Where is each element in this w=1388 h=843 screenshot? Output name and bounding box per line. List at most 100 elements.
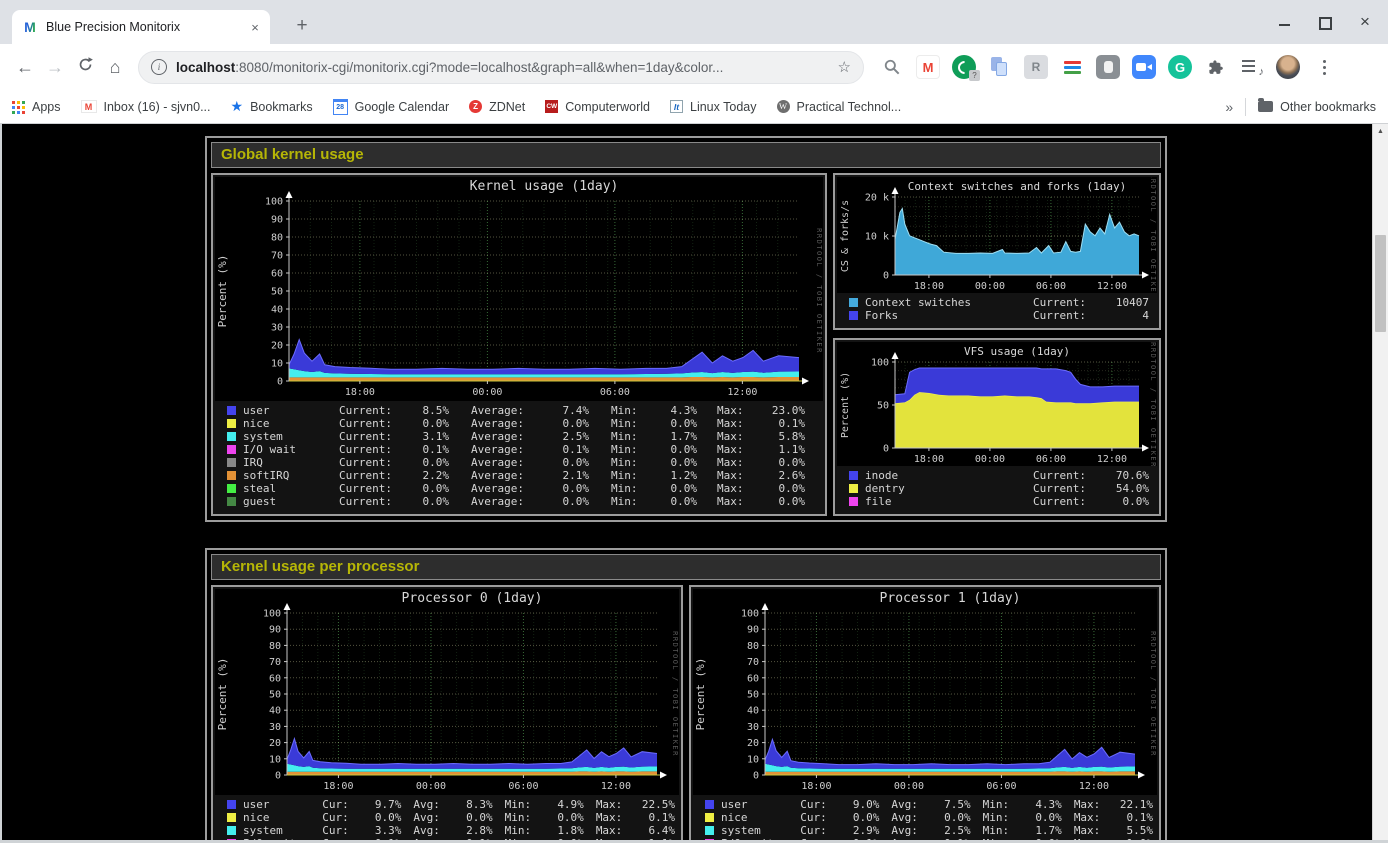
- svg-text:10: 10: [269, 754, 281, 765]
- legend-stat-value: 0.1%: [405, 443, 449, 456]
- bookmark-star[interactable]: ★Bookmarks: [231, 98, 313, 115]
- legend-stat-value: 2.5%: [929, 824, 970, 837]
- reload-button[interactable]: [70, 56, 100, 78]
- legend-stat-label: Cur:: [800, 824, 838, 837]
- bookmark-label: Google Calendar: [355, 100, 450, 114]
- tab-close-icon[interactable]: ×: [246, 20, 264, 35]
- svg-text:10 k: 10 k: [865, 232, 889, 243]
- legend-stat-label: Current:: [339, 417, 405, 430]
- bookmark-linuxtoday[interactable]: ltLinux Today: [670, 100, 757, 114]
- legend-swatch: [849, 311, 858, 320]
- legend-stat-value: 1.2%: [653, 469, 697, 482]
- legend-row-guest: guestCurrent:0.0%Average:0.0%Min:0.0%Max…: [227, 495, 819, 508]
- legend-stat-label: Min:: [505, 798, 543, 811]
- tab-title: Blue Precision Monitorix: [46, 20, 246, 34]
- browser-tab[interactable]: M Blue Precision Monitorix ×: [12, 10, 270, 44]
- svg-text:60: 60: [269, 673, 281, 684]
- svg-text:50: 50: [747, 690, 759, 701]
- processor1-graph[interactable]: 010203040506070809010018:0000:0006:0012:…: [693, 589, 1157, 795]
- extensions-menu-button[interactable]: [1204, 55, 1228, 79]
- legend-stat-value: 7.5%: [929, 798, 970, 811]
- bookmark-gmail[interactable]: MInbox (16) - sjvn0...: [81, 100, 211, 114]
- gmail-icon: M: [923, 60, 934, 75]
- legend-series-name: nice: [243, 811, 322, 824]
- bookmark-zdnet[interactable]: ZZDNet: [469, 100, 525, 114]
- copy-pages-extension-button[interactable]: [988, 55, 1012, 79]
- omnibox[interactable]: i localhost:8080/monitorix-cgi/monitorix…: [138, 51, 864, 84]
- home-button[interactable]: ⌂: [100, 57, 130, 78]
- gray-app-extension-button[interactable]: [1096, 55, 1120, 79]
- legend-row-nice: niceCur:0.0%Avg:0.0%Min:0.0%Max:0.1%: [227, 811, 675, 824]
- context-switches-legend: Context switchesCurrent:10407ForksCurren…: [837, 293, 1157, 326]
- legend-series-name: nice: [243, 417, 339, 430]
- legend-stat-value: 0.0%: [759, 482, 805, 495]
- bookmark-apps[interactable]: Apps: [12, 100, 61, 114]
- svg-text:100: 100: [265, 197, 283, 208]
- context-switches-graph[interactable]: 010 k20 k18:0000:0006:0012:00Context swi…: [837, 177, 1157, 293]
- legend-stat-value: 7.4%: [545, 404, 589, 417]
- url-text[interactable]: localhost:8080/monitorix-cgi/monitorix.c…: [176, 60, 830, 75]
- legend-stat-value: 1.8%: [542, 824, 583, 837]
- legend-stat-value: 0.0%: [759, 456, 805, 469]
- legend-stat-label: Current:: [1033, 296, 1109, 309]
- svg-text:00:00: 00:00: [472, 387, 502, 398]
- svg-text:Context switches and forks (1: Context switches and forks (1day): [908, 180, 1127, 193]
- legend-row-system: systemCurrent:3.1%Average:2.5%Min:1.7%Ma…: [227, 430, 819, 443]
- url-host: localhost: [176, 60, 235, 75]
- svg-text:20: 20: [747, 738, 759, 749]
- close-button[interactable]: ×: [1358, 15, 1372, 29]
- kernel-usage-graph[interactable]: 010203040506070809010018:0000:0006:0012:…: [215, 177, 823, 401]
- gmail-extension-button[interactable]: M: [916, 55, 940, 79]
- profile-avatar[interactable]: [1276, 55, 1300, 79]
- puzzle-icon: [1207, 58, 1226, 77]
- bookmarks-overflow-button[interactable]: »: [1225, 99, 1233, 115]
- legend-stat-label: Min:: [611, 430, 653, 443]
- back-button[interactable]: ←: [10, 57, 40, 78]
- svg-text:12:00: 12:00: [727, 387, 757, 398]
- browser-menu-button[interactable]: [1312, 55, 1336, 79]
- bookmark-calendar[interactable]: 28Google Calendar: [333, 99, 450, 115]
- minimize-button[interactable]: [1278, 15, 1292, 29]
- media-list-button[interactable]: ♪: [1240, 55, 1264, 79]
- legend-row-file: fileCurrent:0.0%: [849, 495, 1153, 508]
- scrollbar-thumb[interactable]: [1375, 235, 1386, 332]
- site-info-icon[interactable]: i: [151, 59, 167, 75]
- legend-stat-value: 0.0%: [545, 482, 589, 495]
- reload-icon: [77, 56, 94, 73]
- legend-stat-label: Min:: [505, 824, 543, 837]
- legend-stat-value: 0.0%: [542, 811, 583, 824]
- search-extension-button[interactable]: [880, 55, 904, 79]
- bookmark-star-icon[interactable]: ☆: [838, 58, 851, 76]
- page-scrollbar[interactable]: ▲: [1372, 124, 1388, 840]
- r-extension-button[interactable]: R: [1024, 55, 1048, 79]
- grammarly-extension-button[interactable]: G: [1168, 55, 1192, 79]
- legend-stat-value: 0.0%: [360, 811, 401, 824]
- video-call-extension-button[interactable]: [1132, 55, 1156, 79]
- maximize-button[interactable]: [1318, 15, 1332, 29]
- svg-text:18:00: 18:00: [914, 281, 944, 292]
- legend-stat-value: 0.0%: [653, 482, 697, 495]
- scrollbar-up-arrow[interactable]: ▲: [1373, 124, 1388, 139]
- vfs-usage-graph[interactable]: 05010018:0000:0006:0012:00VFS usage (1da…: [837, 342, 1157, 466]
- legend-stat-label: Min:: [611, 443, 653, 456]
- processor0-graph[interactable]: 010203040506070809010018:0000:0006:0012:…: [215, 589, 679, 795]
- new-tab-button[interactable]: +: [288, 12, 316, 40]
- legend-stat-label: Max:: [717, 469, 759, 482]
- legend-stat-value: 22.5%: [634, 798, 675, 811]
- voice-extension-button[interactable]: ?: [952, 55, 976, 79]
- books-extension-button[interactable]: [1060, 55, 1084, 79]
- vfs-usage-panel: 05010018:0000:0006:0012:00VFS usage (1da…: [833, 338, 1161, 516]
- legend-stat-label: Average:: [471, 456, 545, 469]
- legend-stat-label: Max:: [1074, 811, 1112, 824]
- legend-stat-value: 0.0%: [405, 482, 449, 495]
- bookmark-wordpress[interactable]: WPractical Technol...: [777, 100, 902, 114]
- forward-button[interactable]: →: [40, 57, 70, 78]
- svg-text:12:00: 12:00: [1097, 454, 1127, 465]
- cw-icon: CW: [545, 100, 558, 113]
- bookmark-cw[interactable]: CWComputerworld: [545, 100, 650, 114]
- legend-stat-label: Max:: [596, 798, 634, 811]
- legend-stat-value: 0.1%: [759, 417, 805, 430]
- other-bookmarks-button[interactable]: Other bookmarks: [1258, 100, 1376, 114]
- legend-series-name: Context switches: [865, 296, 1033, 309]
- legend-stat-label: Current:: [339, 482, 405, 495]
